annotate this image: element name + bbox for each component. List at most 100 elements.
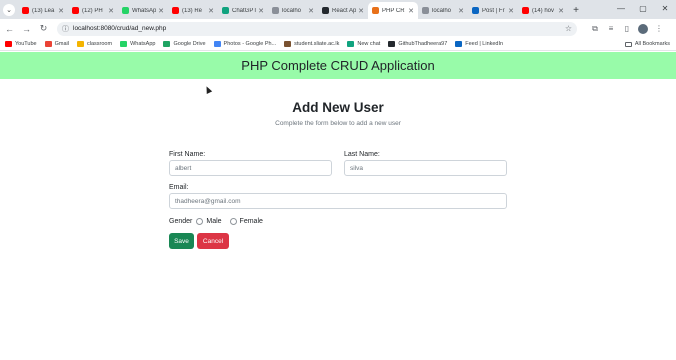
bookmark-youtube[interactable]: YouTube [5, 41, 37, 47]
bookmark-google-drive[interactable]: Google Drive [163, 41, 206, 47]
bookmark-github[interactable]: GithubThadheera97 [388, 41, 447, 47]
first-name-group: First Name: albert [169, 151, 332, 176]
classroom-icon [77, 41, 84, 47]
site-info-icon[interactable]: ⓘ [62, 24, 69, 34]
chatgpt-icon [347, 41, 355, 47]
browser-tab[interactable]: localho ✕ [418, 2, 468, 19]
browser-tab-active[interactable]: PHP CR ✕ [368, 2, 418, 19]
tab-favicon-icon [222, 7, 229, 14]
email-label: Email: [169, 184, 189, 191]
close-tab-icon[interactable]: ✕ [208, 7, 214, 15]
new-tab-button[interactable]: + [568, 2, 584, 19]
plus-icon: + [573, 5, 579, 16]
browser-tab[interactable]: React Ap ✕ [318, 2, 368, 19]
last-name-label: Last Name: [344, 151, 380, 158]
browser-tab[interactable]: ChatGPT ✕ [218, 2, 268, 19]
browser-tab[interactable]: Post | Fr ✕ [468, 2, 518, 19]
extensions-icon[interactable]: ⧉ [587, 24, 603, 34]
gender-female-label[interactable]: Female [240, 218, 263, 225]
app-title: PHP Complete CRUD Application [241, 58, 435, 73]
browser-tab[interactable]: (13) Lea ✕ [18, 2, 68, 19]
form-actions: Save Cancel [169, 233, 507, 249]
gender-group: Gender Male Female [169, 218, 507, 225]
form-subheading: Complete the form below to add a new use… [275, 120, 401, 127]
browser-tab[interactable]: WhatsAp ✕ [118, 2, 168, 19]
github-icon [388, 41, 396, 47]
close-tab-icon[interactable]: ✕ [308, 7, 314, 15]
close-tab-icon[interactable]: ✕ [258, 7, 264, 15]
close-tab-icon[interactable]: ✕ [358, 7, 364, 15]
add-user-form: First Name: albert Last Name: silva Emai… [169, 151, 507, 249]
bookmarks-bar: YouTube Gmail classroom WhatsApp Google … [0, 38, 676, 51]
browser-tab[interactable]: localho ✕ [268, 2, 318, 19]
close-window-icon[interactable]: ✕ [654, 0, 676, 17]
back-button[interactable]: ← [2, 21, 17, 36]
forward-button[interactable]: → [19, 21, 34, 36]
url-text[interactable]: localhost:8080/crud/ad_new.php [73, 25, 565, 32]
bookmark-star-icon[interactable]: ☆ [565, 24, 572, 33]
close-tab-icon[interactable]: ✕ [58, 7, 64, 15]
address-bar[interactable]: ⓘ localhost:8080/crud/ad_new.php ☆ [57, 21, 577, 36]
google-photos-icon [213, 41, 221, 47]
name-row: First Name: albert Last Name: silva [169, 151, 507, 176]
minimize-icon[interactable]: — [610, 0, 632, 17]
gender-male-radio[interactable] [196, 218, 204, 225]
whatsapp-icon [120, 41, 128, 47]
tab-favicon-icon [72, 7, 79, 14]
bookmark-linkedin[interactable]: Feed | LinkedIn [455, 41, 503, 47]
toolbar-icons: ⧉ ≡ ▯ ⋮ [587, 23, 667, 34]
bookmark-new-chat[interactable]: New chat [347, 41, 380, 47]
tab-favicon-icon [122, 7, 129, 14]
browser-tab[interactable]: (14) hov ✕ [518, 2, 568, 19]
youtube-icon [5, 41, 12, 47]
media-controls-icon[interactable]: ≡ [603, 24, 619, 33]
side-panel-icon[interactable]: ▯ [619, 24, 635, 33]
first-name-label: First Name: [169, 151, 206, 158]
last-name-group: Last Name: silva [344, 151, 507, 176]
all-bookmarks-button[interactable]: All Bookmarks [624, 41, 670, 47]
gender-label: Gender [169, 218, 193, 225]
bookmark-gmail[interactable]: Gmail [44, 41, 69, 47]
more-menu-icon[interactable]: ⋮ [651, 24, 667, 33]
reload-icon: ↻ [39, 23, 48, 33]
tab-favicon-icon [22, 7, 29, 14]
google-drive-icon [163, 41, 171, 47]
tab-favicon-icon [272, 7, 279, 14]
browser-tab[interactable]: (13) Re ✕ [168, 2, 218, 19]
bookmark-classroom[interactable]: classroom [77, 41, 112, 47]
arrow-left-icon: ← [5, 23, 14, 34]
gender-male-label[interactable]: Male [206, 218, 221, 225]
gmail-icon [44, 41, 52, 47]
profile-avatar[interactable] [638, 23, 648, 34]
tab-favicon-icon [172, 7, 179, 14]
tab-favicon-icon [472, 7, 479, 14]
tab-favicon-icon [422, 7, 429, 14]
sliate-icon [284, 41, 292, 47]
close-tab-icon[interactable]: ✕ [158, 7, 164, 15]
window-controls: — ▢ ✕ [610, 0, 676, 17]
arrow-right-icon: → [22, 23, 31, 34]
bookmark-student-sliate[interactable]: student.sliate.ac.lk [284, 41, 339, 47]
bookmark-google-photos[interactable]: Photos - Google Ph... [213, 41, 276, 47]
close-tab-icon[interactable]: ✕ [508, 7, 514, 15]
cancel-button[interactable]: Cancel [197, 233, 229, 249]
linkedin-icon [455, 41, 463, 47]
tab-favicon-icon [322, 7, 329, 14]
bookmark-whatsapp[interactable]: WhatsApp [120, 41, 155, 47]
close-tab-icon[interactable]: ✕ [458, 7, 464, 15]
close-tab-icon[interactable]: ✕ [408, 7, 414, 15]
first-name-input[interactable]: albert [169, 160, 332, 176]
last-name-input[interactable]: silva [344, 160, 507, 176]
gender-female-radio[interactable] [229, 218, 237, 225]
close-tab-icon[interactable]: ✕ [108, 7, 114, 15]
save-button[interactable]: Save [169, 233, 194, 249]
reload-button[interactable]: ↻ [36, 21, 51, 36]
tab-favicon-icon [522, 7, 529, 14]
browser-tab[interactable]: (12) PH ✕ [68, 2, 118, 19]
tab-search-button[interactable]: ⌄ [0, 0, 18, 19]
folder-icon [624, 41, 632, 47]
maximize-icon[interactable]: ▢ [632, 0, 654, 17]
browser-tab-strip: ⌄ (13) Lea ✕ (12) PH ✕ WhatsAp ✕ (13) Re ✕ C… [0, 0, 676, 19]
email-input[interactable]: thadheera@gmail.com [169, 193, 507, 209]
close-tab-icon[interactable]: ✕ [558, 7, 564, 15]
